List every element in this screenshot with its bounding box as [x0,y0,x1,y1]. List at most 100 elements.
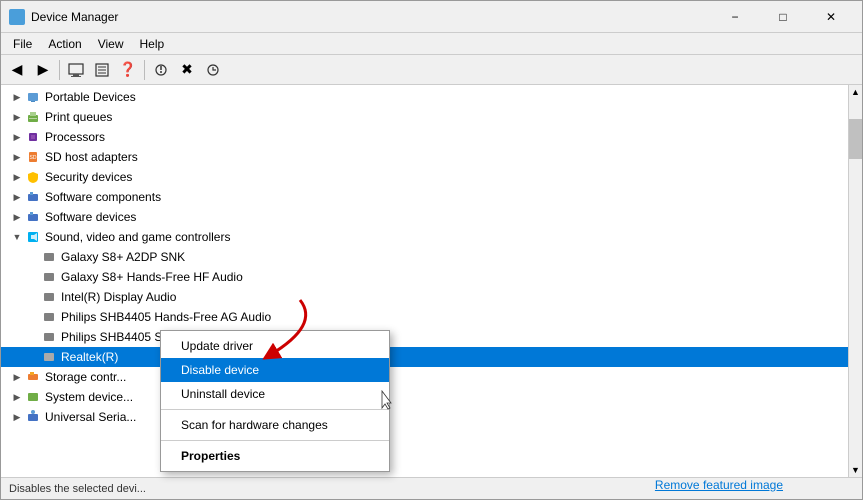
forward-button[interactable]: ▶ [31,58,55,82]
icon-intel-display [41,289,57,305]
ctx-separator-2 [161,440,389,441]
ctx-properties[interactable]: Properties [161,444,389,468]
close-button[interactable]: ✕ [808,3,854,31]
tree-item-philips-ag[interactable]: Philips SHB4405 Hands-Free AG Audio [1,307,848,327]
ctx-disable-device[interactable]: Disable device [161,358,389,382]
icon-sound [25,229,41,245]
uninstall-button[interactable]: ✖ [175,58,199,82]
icon-system [25,389,41,405]
remove-featured-image-link[interactable]: Remove featured image [655,478,783,492]
label-universal: Universal Seria... [45,410,136,424]
minimize-button[interactable]: − [712,3,758,31]
computer-button[interactable] [64,58,88,82]
icon-security [25,169,41,185]
label-system: System device... [45,390,133,404]
toolbar-separator-1 [59,60,60,80]
label-storage: Storage contr... [45,370,126,384]
label-security: Security devices [45,170,132,184]
icon-portable [25,89,41,105]
toggle-storage[interactable]: ▶ [9,369,25,385]
tree-item-storage[interactable]: ▶ Storage contr... [1,367,848,387]
list-button[interactable] [90,58,114,82]
label-portable: Portable Devices [45,90,136,104]
tree-item-sd[interactable]: ▶ SD SD host adapters [1,147,848,167]
tree-item-galaxy-a2dp[interactable]: Galaxy S8+ A2DP SNK [1,247,848,267]
tree-item-philips-stereo[interactable]: Philips SHB4405 Stereo [1,327,848,347]
label-intel-display: Intel(R) Display Audio [61,290,176,304]
label-sound: Sound, video and game controllers [45,230,230,244]
tree-item-universal[interactable]: ▶ Universal Seria... [1,407,848,427]
tree-item-security[interactable]: ▶ Security devices [1,167,848,187]
toggle-processors[interactable]: ▶ [9,129,25,145]
main-content: ▶ Portable Devices ▶ Print queues ▶ Proc… [1,85,862,477]
menu-bar: File Action View Help [1,33,862,55]
label-software-components: Software components [45,190,161,204]
label-galaxy-a2dp: Galaxy S8+ A2DP SNK [61,250,185,264]
icon-print [25,109,41,125]
ctx-update-driver[interactable]: Update driver [161,334,389,358]
scroll-down[interactable]: ▼ [849,463,862,477]
icon-storage [25,369,41,385]
toolbar-separator-2 [144,60,145,80]
app-icon [9,9,25,25]
ctx-uninstall-device[interactable]: Uninstall device [161,382,389,406]
label-print: Print queues [45,110,112,124]
device-tree[interactable]: ▶ Portable Devices ▶ Print queues ▶ Proc… [1,85,848,477]
scan-button[interactable] [201,58,225,82]
toolbar: ◀ ▶ ❓ ✖ [1,55,862,85]
update-button[interactable] [149,58,173,82]
icon-philips-ag [41,309,57,325]
label-galaxy-hf: Galaxy S8+ Hands-Free HF Audio [61,270,243,284]
label-software-devices: Software devices [45,210,136,224]
toggle-portable[interactable]: ▶ [9,89,25,105]
tree-item-software-components[interactable]: ▶ Software components [1,187,848,207]
svg-text:SD: SD [30,155,37,161]
icon-realtek [41,349,57,365]
label-sd: SD host adapters [45,150,138,164]
label-realtek: Realtek(R) [61,350,118,364]
icon-galaxy-hf [41,269,57,285]
tree-item-sound[interactable]: ▼ Sound, video and game controllers [1,227,848,247]
tree-item-system[interactable]: ▶ System device... [1,387,848,407]
icon-galaxy-a2dp [41,249,57,265]
help-button[interactable]: ❓ [116,58,140,82]
toggle-sd[interactable]: ▶ [9,149,25,165]
tree-item-print[interactable]: ▶ Print queues [1,107,848,127]
device-manager-window: Device Manager − □ ✕ File Action View He… [0,0,863,500]
toggle-sound[interactable]: ▼ [9,229,25,245]
tree-item-galaxy-hf[interactable]: Galaxy S8+ Hands-Free HF Audio [1,267,848,287]
window-controls: − □ ✕ [712,3,854,31]
icon-universal [25,409,41,425]
maximize-button[interactable]: □ [760,3,806,31]
tree-item-portable[interactable]: ▶ Portable Devices [1,87,848,107]
menu-help[interactable]: Help [132,35,173,53]
back-button[interactable]: ◀ [5,58,29,82]
tree-item-realtek[interactable]: Realtek(R) [1,347,848,367]
scrollbar[interactable]: ▲ ▼ [848,85,862,477]
scroll-up[interactable]: ▲ [849,85,862,99]
tree-item-software-devices[interactable]: ▶ Software devices [1,207,848,227]
title-bar: Device Manager − □ ✕ [1,1,862,33]
toggle-print[interactable]: ▶ [9,109,25,125]
icon-sd: SD [25,149,41,165]
icon-software-components [25,189,41,205]
label-processors: Processors [45,130,105,144]
toggle-software-components[interactable]: ▶ [9,189,25,205]
toggle-software-devices[interactable]: ▶ [9,209,25,225]
tree-item-processors[interactable]: ▶ Processors [1,127,848,147]
context-menu: Update driver Disable device Uninstall d… [160,330,390,472]
scrollbar-thumb[interactable] [849,119,862,159]
ctx-scan-hardware[interactable]: Scan for hardware changes [161,413,389,437]
toggle-security[interactable]: ▶ [9,169,25,185]
icon-philips-stereo [41,329,57,345]
label-philips-ag: Philips SHB4405 Hands-Free AG Audio [61,310,271,324]
menu-file[interactable]: File [5,35,40,53]
menu-action[interactable]: Action [40,35,89,53]
icon-processors [25,129,41,145]
status-text: Disables the selected devi... [9,483,146,495]
toggle-system[interactable]: ▶ [9,389,25,405]
tree-item-intel-display[interactable]: Intel(R) Display Audio [1,287,848,307]
icon-software-devices [25,209,41,225]
toggle-universal[interactable]: ▶ [9,409,25,425]
menu-view[interactable]: View [90,35,132,53]
